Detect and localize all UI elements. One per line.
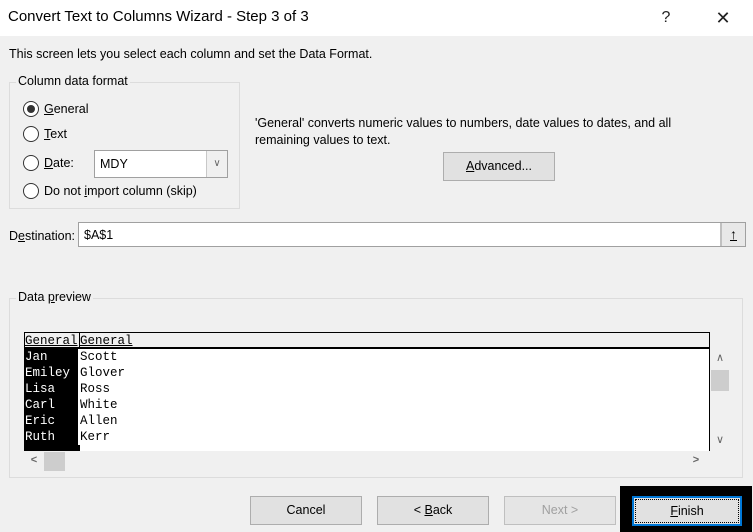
scroll-left-icon[interactable]: < (24, 454, 44, 466)
radio-circle[interactable] (23, 155, 39, 171)
scroll-down-icon[interactable]: ∨ (710, 433, 730, 446)
table-row: Ruth Kerr (25, 429, 709, 445)
cell: Ross (80, 382, 111, 396)
radio-date[interactable]: Date: (23, 155, 74, 171)
format-description: 'General' converts numeric values to num… (255, 116, 672, 147)
radio-text[interactable]: Text (23, 126, 67, 142)
window-title: Convert Text to Columns Wizard - Step 3 … (8, 8, 309, 25)
radio-skip[interactable]: Do not import column (skip) (23, 183, 197, 199)
finish-button[interactable]: Finish (632, 496, 742, 526)
cell: Ruth (25, 429, 80, 445)
help-icon[interactable]: ? (651, 4, 681, 32)
destination-label: Destination: (9, 229, 76, 243)
cancel-button[interactable]: Cancel (250, 496, 362, 525)
cell: White (80, 398, 118, 412)
radio-circle[interactable] (23, 183, 39, 199)
radio-skip-label: Do not import column (skip) (44, 184, 197, 198)
radio-date-label: Date: (44, 156, 74, 170)
table-row: Emiley Glover (25, 365, 709, 381)
column-header[interactable]: General (25, 333, 80, 349)
table-row: Eric Allen (25, 413, 709, 429)
date-format-select[interactable]: MDY ∨ (94, 150, 228, 178)
table-row: Jan Scott (25, 349, 709, 365)
column-data-format-label: Column data format (16, 74, 130, 88)
date-format-value: MDY (100, 157, 128, 171)
table-row: Carl White (25, 397, 709, 413)
cell: Carl (25, 397, 80, 413)
radio-circle-selected[interactable] (23, 101, 39, 117)
radio-general-label: General (44, 102, 89, 116)
vertical-scroll-thumb[interactable] (711, 370, 729, 391)
radio-text-label: Text (44, 127, 67, 141)
cell: Lisa (25, 381, 80, 397)
chevron-down-icon[interactable]: ∨ (206, 151, 227, 177)
collapse-dialog-icon[interactable]: ↑ (720, 223, 745, 246)
table-row: Lisa Ross (25, 381, 709, 397)
radio-general[interactable]: General (23, 101, 88, 117)
cell: Jan (25, 349, 80, 365)
radio-circle[interactable] (23, 126, 39, 142)
preview-header-row: General General (25, 333, 709, 349)
back-button[interactable]: < Back (377, 496, 489, 525)
destination-value[interactable]: $A$1 (84, 228, 113, 242)
close-icon[interactable]: ✕ (708, 4, 738, 32)
column-data-format-group: Column data format General Text Date: MD… (9, 74, 240, 209)
cell: Allen (80, 414, 118, 428)
cell: Glover (80, 366, 126, 380)
scroll-up-icon[interactable]: ∧ (710, 351, 730, 364)
data-preview-group: Data preview General General Jan Scott Em… (9, 290, 743, 478)
horizontal-scrollbar[interactable]: < > (24, 452, 710, 472)
data-preview-label: Data preview (16, 290, 93, 304)
title-bar: Convert Text to Columns Wizard - Step 3 … (0, 0, 753, 36)
cell: Emiley (25, 365, 80, 381)
preview-table[interactable]: General General Jan Scott Emiley Glover Li… (24, 332, 710, 451)
preview-body: Jan Scott Emiley Glover Lisa Ross Carl White… (25, 349, 709, 451)
cell: Eric (25, 413, 80, 429)
cell: Scott (80, 350, 118, 364)
intro-text: This screen lets you select each column … (9, 47, 373, 61)
next-button[interactable]: Next > (504, 496, 616, 525)
vertical-scrollbar[interactable]: ∧ ∨ (710, 349, 730, 449)
horizontal-scroll-thumb[interactable] (44, 452, 65, 471)
scroll-right-icon[interactable]: > (686, 454, 706, 466)
advanced-button[interactable]: Advanced... (443, 152, 555, 181)
cell: Kerr (80, 430, 111, 444)
column-header[interactable]: General (80, 333, 133, 349)
destination-input[interactable]: $A$1 ↑ (78, 222, 746, 247)
